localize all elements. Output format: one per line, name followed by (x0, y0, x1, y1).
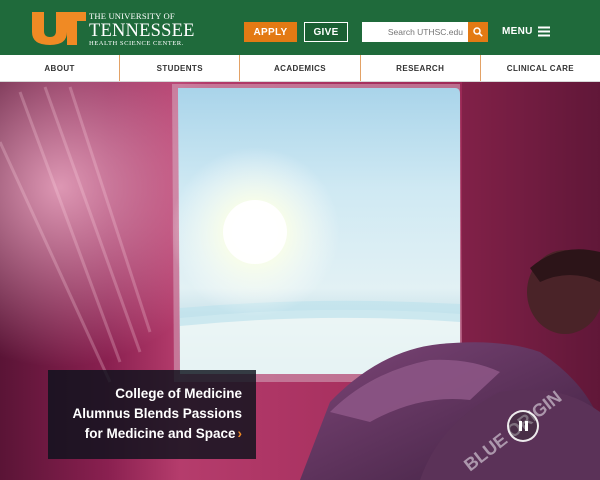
pause-button[interactable] (507, 410, 539, 442)
nav-item-about[interactable]: ABOUT (0, 55, 119, 81)
main-nav: ABOUT STUDENTS ACADEMICS RESEARCH CLINIC… (0, 55, 600, 82)
site-header: THE UNIVERSITY OF TENNESSEE HEALTH SCIEN… (0, 0, 600, 55)
nav-item-research[interactable]: RESEARCH (359, 55, 480, 81)
caption-line-3: for Medicine and Space › (58, 424, 242, 444)
menu-button[interactable]: MENU (502, 23, 550, 39)
hero-banner[interactable]: BLUE ORIGIN College of Medicine Alumnus … (0, 82, 600, 480)
search-icon (473, 27, 483, 37)
menu-label: MENU (502, 25, 533, 37)
ut-logo-mark (32, 12, 86, 45)
chevron-right-icon: › (237, 426, 243, 441)
hero-caption[interactable]: College of Medicine Alumnus Blends Passi… (48, 370, 256, 459)
nav-item-students[interactable]: STUDENTS (119, 55, 239, 81)
logo-line-3: HEALTH SCIENCE CENTER. (89, 40, 184, 48)
caption-line-1: College of Medicine (115, 386, 242, 401)
logo-line-2: TENNESSEE (89, 20, 195, 41)
uthsc-logo[interactable]: THE UNIVERSITY OF TENNESSEE HEALTH SCIEN… (32, 11, 195, 48)
caption-line-3-text: for Medicine and Space (84, 426, 236, 441)
nav-item-clinical-care[interactable]: CLINICAL CARE (479, 55, 600, 81)
search-button[interactable] (468, 22, 488, 42)
hamburger-icon (537, 26, 550, 36)
give-button[interactable]: GIVE (304, 22, 348, 42)
caption-line-2: Alumnus Blends Passions (72, 406, 242, 421)
pause-icon (518, 421, 522, 431)
search-input[interactable] (362, 22, 468, 42)
logo-line-1: THE UNIVERSITY OF (89, 11, 175, 21)
pause-icon-bar (524, 421, 528, 431)
logo-wordmark: THE UNIVERSITY OF TENNESSEE HEALTH SCIEN… (89, 12, 195, 48)
apply-button[interactable]: APPLY (244, 22, 297, 42)
nav-item-academics[interactable]: ACADEMICS (239, 55, 359, 81)
